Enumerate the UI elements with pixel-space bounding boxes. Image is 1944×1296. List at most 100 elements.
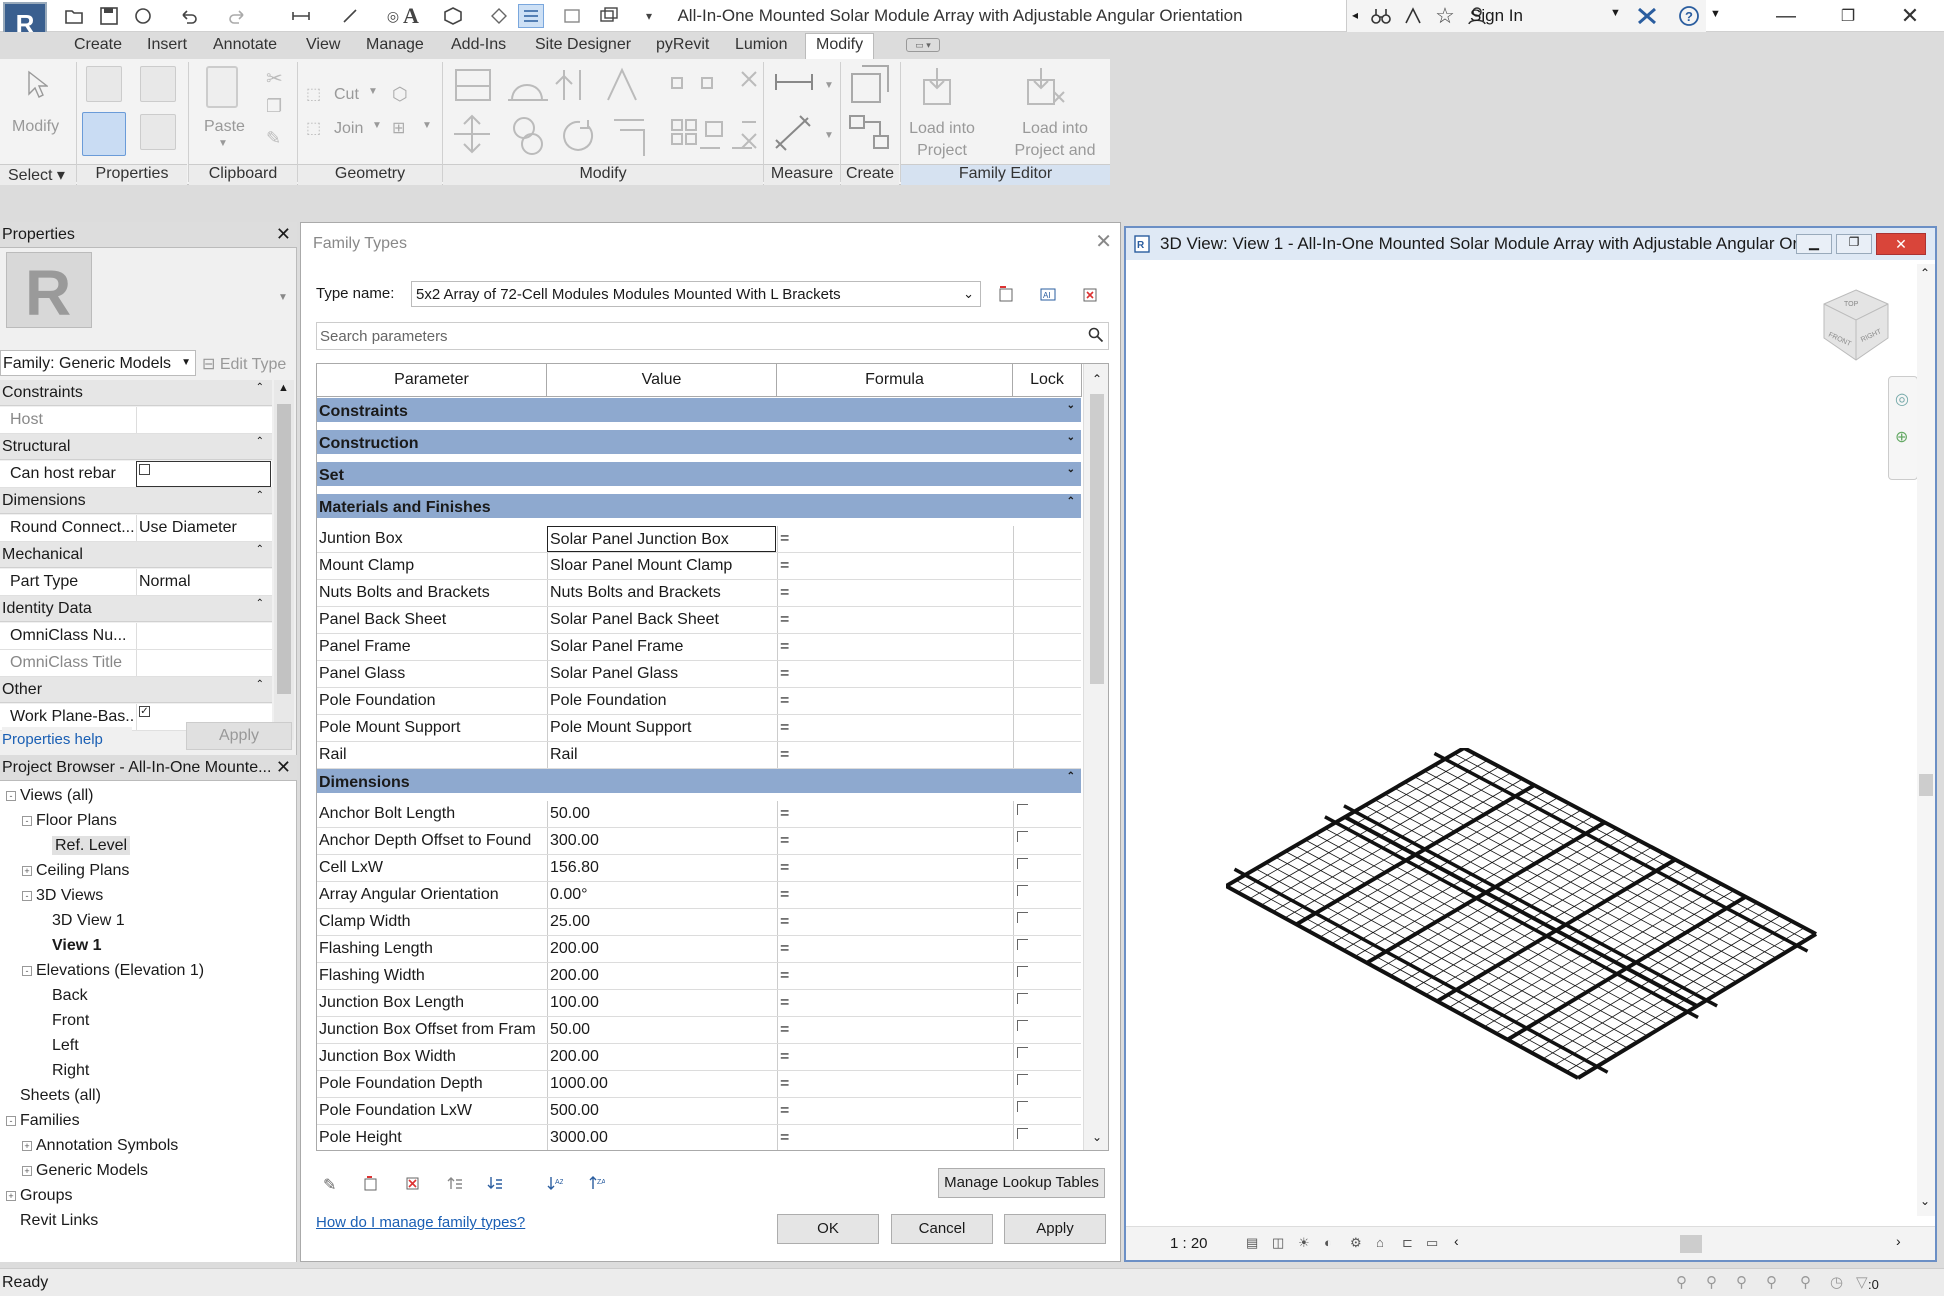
browser-item[interactable]: - Floor Plans bbox=[0, 812, 290, 837]
manage-lookup-tables-button[interactable]: Manage Lookup Tables bbox=[938, 1168, 1105, 1198]
detail-level-icon[interactable]: ▤ bbox=[1246, 1235, 1258, 1251]
parameter-formula[interactable]: = bbox=[777, 1017, 1013, 1043]
expand-icon[interactable]: + bbox=[6, 1190, 16, 1201]
tab-lumion[interactable]: Lumion bbox=[735, 36, 787, 58]
parameter-formula[interactable]: = bbox=[777, 801, 1013, 827]
parameter-lock-cell[interactable] bbox=[1013, 909, 1081, 935]
text-icon[interactable]: A bbox=[398, 3, 424, 28]
parameter-row[interactable]: Pole Foundation LxW 500.00 = bbox=[317, 1098, 1081, 1125]
properties-help-link[interactable]: Properties help bbox=[2, 727, 132, 751]
property-checkbox-cell[interactable] bbox=[136, 461, 271, 487]
join-geometry-label[interactable]: Join bbox=[334, 120, 363, 138]
type-name-select[interactable]: 5x2 Array of 72-Cell Modules Modules Mou… bbox=[411, 281, 981, 307]
save-icon[interactable] bbox=[96, 4, 122, 28]
parameter-formula[interactable]: = bbox=[777, 1125, 1013, 1150]
exchange-apps-icon[interactable] bbox=[1634, 4, 1660, 28]
parameter-value[interactable]: 156.80 bbox=[547, 855, 776, 881]
properties-toggle-icon[interactable] bbox=[82, 112, 126, 156]
load-into-project-icon[interactable] bbox=[918, 66, 958, 106]
browser-item[interactable]: Revit Links bbox=[0, 1212, 290, 1237]
parameter-value[interactable]: 200.00 bbox=[547, 963, 776, 989]
parameter-formula[interactable]: = bbox=[777, 1071, 1013, 1097]
minimize-button[interactable]: — bbox=[1756, 0, 1816, 32]
parameter-value[interactable]: Sloar Panel Mount Clamp bbox=[547, 553, 776, 579]
sign-in-dropdown-icon[interactable]: ▼ bbox=[1610, 7, 1621, 19]
subscription-center-icon[interactable] bbox=[1400, 4, 1426, 28]
parameter-formula[interactable]: = bbox=[777, 828, 1013, 854]
search-parameters-input[interactable]: Search parameters bbox=[316, 322, 1109, 350]
property-row[interactable]: Can host rebar bbox=[0, 461, 272, 488]
wall-joins-icon[interactable]: ⬡ bbox=[392, 84, 408, 105]
tab-site-designer[interactable]: Site Designer bbox=[535, 36, 631, 58]
restore-button[interactable]: ❐ bbox=[1818, 0, 1878, 32]
create-group-icon[interactable] bbox=[848, 112, 892, 152]
view-vertical-scrollbar[interactable]: ⌃ ⌄ bbox=[1917, 264, 1935, 1216]
parameter-row[interactable]: Flashing Width 200.00 = bbox=[317, 963, 1081, 990]
browser-item[interactable]: Ref. Level bbox=[0, 836, 290, 862]
shadows-icon[interactable]: ◐ bbox=[1324, 1235, 1332, 1250]
parameter-value[interactable]: Nuts Bolts and Brackets bbox=[547, 580, 776, 606]
expand-icon[interactable]: + bbox=[22, 1165, 32, 1176]
parameter-value[interactable]: Solar Panel Glass bbox=[547, 661, 776, 687]
parameter-row[interactable]: Array Angular Orientation 0.00° = bbox=[317, 882, 1081, 909]
aligned-dimension-icon[interactable] bbox=[338, 4, 364, 28]
tab-add-ins[interactable]: Add-Ins bbox=[451, 36, 506, 58]
grid-scrollbar[interactable]: ⌃ ⌄ bbox=[1083, 364, 1108, 1150]
join-geometry-dropdown-icon[interactable]: ▼ bbox=[372, 120, 382, 131]
favorites-star-icon[interactable]: ☆ bbox=[1432, 3, 1458, 28]
background-processes-icon[interactable]: ◷ bbox=[1830, 1273, 1843, 1291]
parameter-formula[interactable]: = bbox=[777, 661, 1013, 687]
parameter-row[interactable]: Pole Foundation Pole Foundation = bbox=[317, 688, 1081, 715]
parameter-row[interactable]: Anchor Bolt Length 50.00 = bbox=[317, 801, 1081, 828]
underlay-selection-icon[interactable]: ⚲ bbox=[1706, 1273, 1717, 1291]
parameter-value[interactable]: Solar Panel Back Sheet bbox=[547, 607, 776, 633]
binoculars-icon[interactable] bbox=[1368, 4, 1394, 28]
scroll-thumb[interactable] bbox=[277, 404, 291, 694]
parameter-lock-cell[interactable] bbox=[1013, 1017, 1081, 1043]
property-row[interactable]: Round Connect... Use Diameter bbox=[0, 515, 272, 542]
parameter-value[interactable]: 50.00 bbox=[547, 1017, 776, 1043]
col-header-formula[interactable]: Formula bbox=[777, 364, 1013, 397]
paste-icon[interactable] bbox=[206, 66, 238, 108]
parameter-formula[interactable]: = bbox=[777, 688, 1013, 714]
lock-checkbox[interactable] bbox=[1017, 966, 1028, 977]
collapse-icon[interactable]: - bbox=[22, 965, 32, 976]
browser-item[interactable]: + Generic Models bbox=[0, 1162, 290, 1187]
collapse-info-center-icon[interactable]: ◂ bbox=[1352, 8, 1358, 22]
link-selection-icon[interactable]: ⚲ bbox=[1676, 1273, 1687, 1291]
browser-item[interactable]: - Views (all) bbox=[0, 787, 290, 812]
parameter-group-header[interactable]: Constraints ⌄ bbox=[317, 398, 1081, 426]
parameter-lock-cell[interactable] bbox=[1013, 1044, 1081, 1070]
expand-icon[interactable]: + bbox=[22, 1140, 32, 1151]
parameter-group-header[interactable]: Construction ⌄ bbox=[317, 430, 1081, 458]
measure-between-icon[interactable] bbox=[772, 70, 816, 94]
sort-ascending-icon[interactable]: AZ bbox=[547, 1175, 563, 1191]
thin-lines-icon[interactable] bbox=[518, 4, 544, 28]
modify-cursor-icon[interactable] bbox=[26, 70, 48, 100]
property-checkbox[interactable] bbox=[139, 464, 150, 475]
panel-select[interactable]: Select ▾ bbox=[0, 164, 76, 185]
view-scroll-up-icon[interactable]: ⌃ bbox=[1920, 266, 1930, 280]
property-row[interactable]: Part Type Normal bbox=[0, 569, 272, 596]
parameter-row[interactable]: Panel Frame Solar Panel Frame = bbox=[317, 634, 1081, 661]
tab-manage[interactable]: Manage bbox=[366, 36, 424, 58]
parameter-row[interactable]: Panel Glass Solar Panel Glass = bbox=[317, 661, 1081, 688]
parameter-row[interactable]: Pole Foundation Depth 1000.00 = bbox=[317, 1071, 1081, 1098]
collapse-group-icon[interactable]: ⌃ bbox=[1067, 496, 1075, 507]
tab-view[interactable]: View bbox=[306, 36, 340, 58]
parameter-lock-cell[interactable] bbox=[1013, 715, 1081, 741]
properties-scrollbar[interactable]: ▲ ▼ bbox=[274, 380, 294, 740]
parameter-lock-cell[interactable] bbox=[1013, 1125, 1081, 1150]
view-minimize-button[interactable]: ▁ bbox=[1796, 234, 1832, 254]
project-browser-close-icon[interactable]: ✕ bbox=[276, 757, 291, 778]
parameter-lock-cell[interactable] bbox=[1013, 553, 1081, 579]
paste-dropdown-icon[interactable]: ▼ bbox=[218, 138, 228, 149]
parameter-lock-cell[interactable] bbox=[1013, 742, 1081, 768]
sun-path-icon[interactable]: ☀ bbox=[1298, 1235, 1310, 1251]
parameter-formula[interactable]: = bbox=[777, 742, 1013, 768]
lock-checkbox[interactable] bbox=[1017, 993, 1028, 1004]
parameter-lock-cell[interactable] bbox=[1013, 580, 1081, 606]
open-icon[interactable] bbox=[62, 4, 88, 28]
redo-icon[interactable] bbox=[224, 4, 250, 28]
lock-checkbox[interactable] bbox=[1017, 885, 1028, 896]
